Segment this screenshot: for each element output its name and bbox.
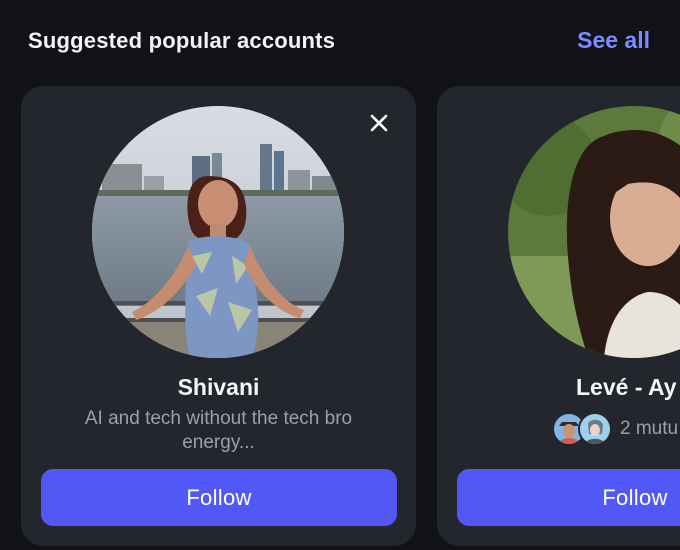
mutual-avatar (578, 412, 612, 446)
dismiss-button[interactable] (368, 112, 390, 134)
mutuals-count: 2 mutu (620, 418, 679, 439)
account-name[interactable]: Levé - Ay (576, 374, 680, 401)
account-name[interactable]: Shivani (21, 374, 416, 401)
section-header: Suggested popular accounts See all (0, 0, 680, 86)
account-card[interactable]: Levé - Ay 2 mutu Follow (437, 86, 680, 546)
follow-button[interactable]: Follow (41, 469, 397, 526)
profile-photo (92, 106, 344, 358)
follow-button[interactable]: Follow (457, 469, 680, 526)
see-all-link[interactable]: See all (577, 27, 650, 54)
mutual-followers[interactable]: 2 mutu (552, 411, 678, 447)
section-title: Suggested popular accounts (28, 28, 336, 53)
close-icon (370, 114, 388, 132)
profile-photo (508, 106, 680, 358)
account-card[interactable]: Shivani AI and tech without the tech bro… (21, 86, 416, 546)
avatar[interactable] (508, 106, 680, 358)
avatar[interactable] (92, 106, 344, 358)
account-bio: AI and tech without the tech bro energy.… (84, 408, 353, 453)
suggested-accounts-carousel[interactable]: Shivani AI and tech without the tech bro… (0, 84, 680, 550)
